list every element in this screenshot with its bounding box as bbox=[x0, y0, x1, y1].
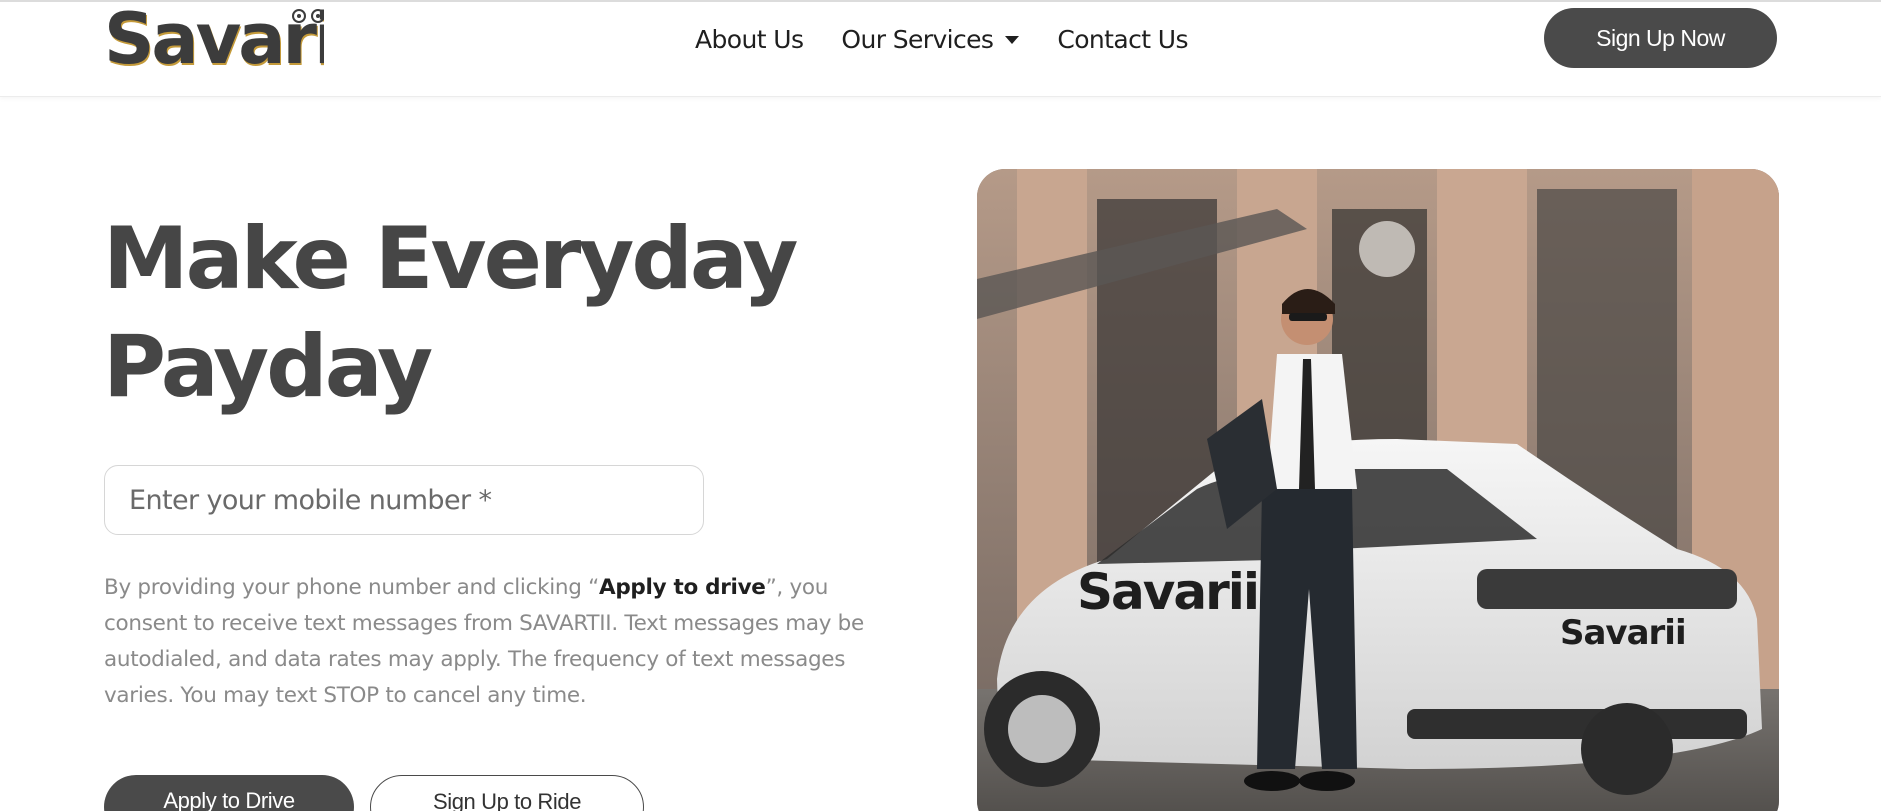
hero-headline-line-2: Payday bbox=[103, 317, 433, 417]
consent-text-start: By providing your phone number and click… bbox=[104, 575, 599, 600]
main-nav: About Us Our Services Contact Us bbox=[695, 22, 1226, 56]
nav-contact-us[interactable]: Contact Us bbox=[1057, 25, 1188, 54]
consent-apply-to-drive-emphasis: Apply to drive bbox=[598, 575, 766, 600]
nav-our-services-label: Our Services bbox=[841, 24, 994, 54]
sign-up-to-ride-button[interactable]: Sign Up to Ride bbox=[370, 775, 644, 811]
sign-up-now-button[interactable]: Sign Up Now bbox=[1544, 8, 1777, 68]
nav-about-us-label: About Us bbox=[695, 24, 804, 54]
hero-headline: Make Everyday Payday bbox=[103, 205, 863, 421]
nav-our-services-dropdown[interactable]: Our Services bbox=[841, 24, 1020, 54]
caret-down-icon bbox=[1005, 36, 1020, 44]
sms-consent-text: By providing your phone number and click… bbox=[104, 570, 904, 714]
hero-driver-car-image: Savarii Savarii bbox=[977, 169, 1779, 811]
hero-headline-line-1: Make Everyday bbox=[103, 209, 798, 309]
apply-to-drive-button[interactable]: Apply to Drive bbox=[104, 775, 354, 811]
logo-mark-icon: Savarii Savarii bbox=[104, 4, 324, 72]
savarii-logo[interactable]: Savarii Savarii bbox=[104, 4, 324, 72]
car-door-savarii-text: Savarii bbox=[1077, 563, 1258, 621]
mobile-number-input[interactable] bbox=[104, 465, 704, 535]
car-hood-savarii-text: Savarii bbox=[1560, 613, 1686, 653]
navbar: Savarii Savarii About Us Our Services Co… bbox=[0, 2, 1881, 97]
logo-wordmark: Savarii bbox=[104, 4, 324, 72]
nav-contact-us-label: Contact Us bbox=[1057, 24, 1188, 54]
nav-about-us[interactable]: About Us bbox=[695, 24, 804, 54]
